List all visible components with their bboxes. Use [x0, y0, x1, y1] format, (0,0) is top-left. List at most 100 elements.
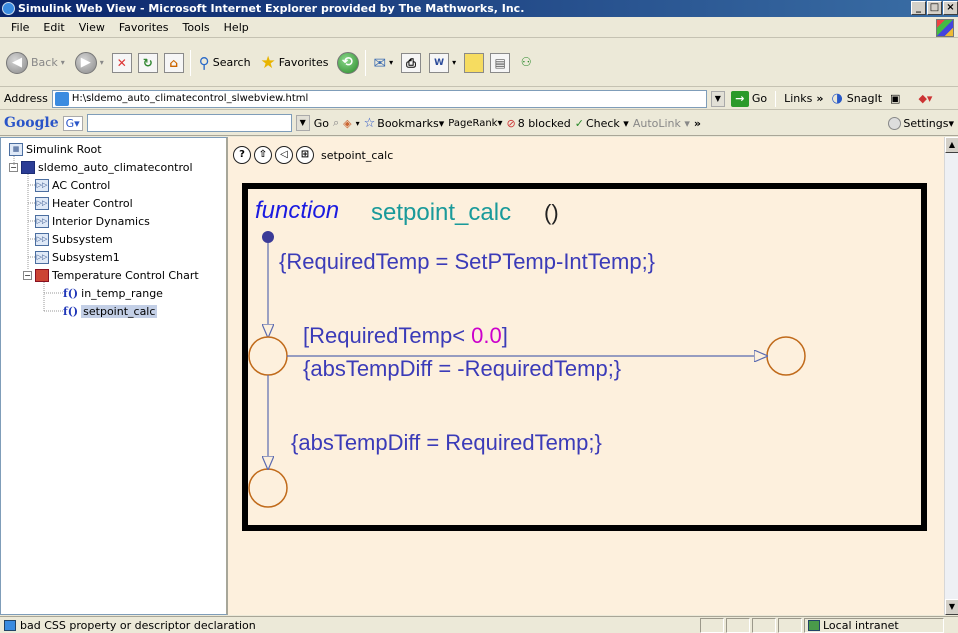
address-dropdown-icon[interactable]: ▼: [710, 90, 725, 107]
google-search-dropdown-icon[interactable]: ▼: [295, 115, 310, 131]
back-icon[interactable]: ◁: [275, 146, 293, 164]
edit-dropdown-icon: ▾: [452, 58, 457, 67]
star-icon: ★: [260, 52, 276, 73]
title-bar: Simulink Web View - Microsoft Internet E…: [0, 0, 958, 17]
bookmark-star-icon: ☆: [363, 115, 376, 131]
snagit-capture-icon[interactable]: ▣: [890, 92, 900, 105]
menu-tools[interactable]: Tools: [176, 21, 217, 34]
blocked-label: 8 blocked: [517, 116, 571, 130]
google-menu-button[interactable]: G▾: [62, 115, 83, 131]
mail-dropdown-icon: ▾: [389, 58, 394, 67]
zone-label: Local intranet: [823, 618, 899, 632]
toolbar-separator: [189, 49, 191, 76]
forward-button[interactable]: ▶ ▾: [73, 50, 106, 76]
back-button[interactable]: ◀ Back ▾: [4, 50, 67, 76]
snagit-label[interactable]: SnagIt: [847, 92, 882, 105]
address-label: Address: [4, 92, 48, 105]
address-input[interactable]: H:\sldemo_auto_climatecontrol_slwebview.…: [51, 89, 707, 108]
model-tree: ▦ Simulink Root − sldemo_auto_climatecon…: [0, 137, 228, 615]
word-edit-button[interactable]: W ▾: [427, 51, 458, 75]
vertical-scrollbar[interactable]: ▲ ▼: [944, 137, 958, 615]
junction-1[interactable]: [248, 336, 288, 376]
windows-logo-icon: [936, 19, 954, 37]
google-options-dropdown-icon[interactable]: ▾: [356, 119, 360, 128]
google-search-input[interactable]: [86, 114, 292, 132]
google-search-icon[interactable]: ⌕: [333, 116, 339, 130]
note-icon[interactable]: [464, 52, 485, 73]
search-label: Search: [212, 56, 251, 69]
word-icon: W: [429, 52, 450, 73]
addon-icon[interactable]: ◆▾: [918, 92, 932, 105]
function-name: setpoint_calc: [371, 199, 511, 226]
up-icon[interactable]: ⇧: [254, 146, 272, 164]
refresh-icon[interactable]: ↻: [137, 52, 158, 73]
blocked-icon: ⊘: [506, 116, 516, 130]
pagerank-button[interactable]: PageRank▾: [448, 118, 502, 129]
menu-file[interactable]: File: [4, 21, 36, 34]
links-label[interactable]: Links: [784, 92, 812, 105]
address-bar: Address H:\sldemo_auto_climatecontrol_sl…: [0, 88, 958, 110]
messenger-icon[interactable]: ⚇: [516, 53, 536, 73]
breadcrumb: setpoint_calc: [321, 148, 394, 162]
page-content: ▦ Simulink Root − sldemo_auto_climatecon…: [0, 137, 958, 615]
spellcheck-button[interactable]: ✓ Check ▾: [575, 117, 629, 130]
address-separator: [775, 90, 777, 107]
stateflow-function-box: function setpoint_calc () {RequiredTemp …: [242, 183, 927, 531]
standard-toolbar: ◀ Back ▾ ▶ ▾ ✕ ↻ ⌂ ⚲ Search ★ Favorites …: [0, 39, 958, 87]
forward-dropdown-icon[interactable]: ▾: [100, 58, 104, 67]
settings-label: Settings▾: [903, 116, 954, 130]
bookmarks-button[interactable]: ☆ Bookmarks▾: [364, 116, 445, 131]
back-dropdown-icon[interactable]: ▾: [61, 58, 65, 67]
mail-icon: ✉: [373, 53, 387, 72]
back-arrow-icon: ◀: [6, 51, 28, 74]
stop-icon[interactable]: ✕: [111, 52, 132, 73]
more-chevron-icon[interactable]: »: [694, 117, 701, 130]
research-icon[interactable]: ▤: [490, 52, 511, 73]
close-button[interactable]: ×: [943, 1, 958, 15]
favorites-button[interactable]: ★ Favorites: [259, 51, 331, 75]
search-icon: ⚲: [198, 53, 210, 72]
scroll-down-icon[interactable]: ▼: [945, 599, 958, 615]
print-icon[interactable]: ⎙: [401, 52, 422, 73]
fit-view-icon[interactable]: ⊞: [296, 146, 314, 164]
default-transition-dot: [262, 231, 274, 243]
junction-3[interactable]: [248, 468, 288, 508]
security-zone: Local intranet: [804, 617, 944, 633]
help-icon[interactable]: ?: [233, 146, 251, 164]
junction-2[interactable]: [766, 336, 806, 376]
menu-help[interactable]: Help: [217, 21, 256, 34]
page-status-icon: [4, 619, 16, 631]
history-icon[interactable]: ⟲: [336, 51, 359, 74]
menu-edit[interactable]: Edit: [36, 21, 71, 34]
menu-view[interactable]: View: [72, 21, 112, 34]
status-pane: [752, 617, 776, 633]
search-button[interactable]: ⚲ Search: [197, 52, 253, 74]
google-go-button[interactable]: Go: [314, 117, 329, 130]
condition-label: [RequiredTemp< 0.0]: [303, 323, 508, 348]
browser-window: Simulink Web View - Microsoft Internet E…: [0, 0, 958, 633]
settings-button[interactable]: Settings▾: [888, 116, 958, 130]
mail-button[interactable]: ✉ ▾: [372, 52, 396, 74]
links-chevron-icon[interactable]: »: [816, 92, 823, 105]
autolink-button[interactable]: AutoLink ▾: [633, 117, 690, 130]
status-pane: [726, 617, 750, 633]
google-logo[interactable]: Google: [4, 115, 59, 131]
maximize-button[interactable]: □: [927, 1, 942, 15]
back-label: Back: [31, 56, 58, 69]
function-keyword: function: [255, 197, 339, 224]
popup-blocker-button[interactable]: ⊘ 8 blocked: [506, 117, 570, 130]
menu-favorites[interactable]: Favorites: [112, 21, 176, 34]
scroll-up-icon[interactable]: ▲: [945, 137, 958, 153]
intranet-icon: [808, 619, 820, 631]
status-text: bad CSS property or descriptor declarati…: [0, 619, 700, 632]
google-news-icon[interactable]: ◈: [343, 117, 351, 130]
home-icon[interactable]: ⌂: [163, 52, 184, 73]
ie-icon: [2, 2, 15, 15]
go-button[interactable]: → Go: [730, 90, 767, 107]
action-negative-diff: {absTempDiff = -RequiredTemp;}: [303, 356, 621, 381]
minimize-button[interactable]: _: [911, 1, 926, 15]
status-pane: [700, 617, 724, 633]
google-toolbar: Google G▾ ▼ Go ⌕ ◈ ▾ ☆ Bookmarks▾ PageRa…: [0, 111, 958, 136]
condition-prefix: [RequiredTemp<: [303, 323, 471, 348]
condition-number: 0.0: [471, 323, 502, 348]
